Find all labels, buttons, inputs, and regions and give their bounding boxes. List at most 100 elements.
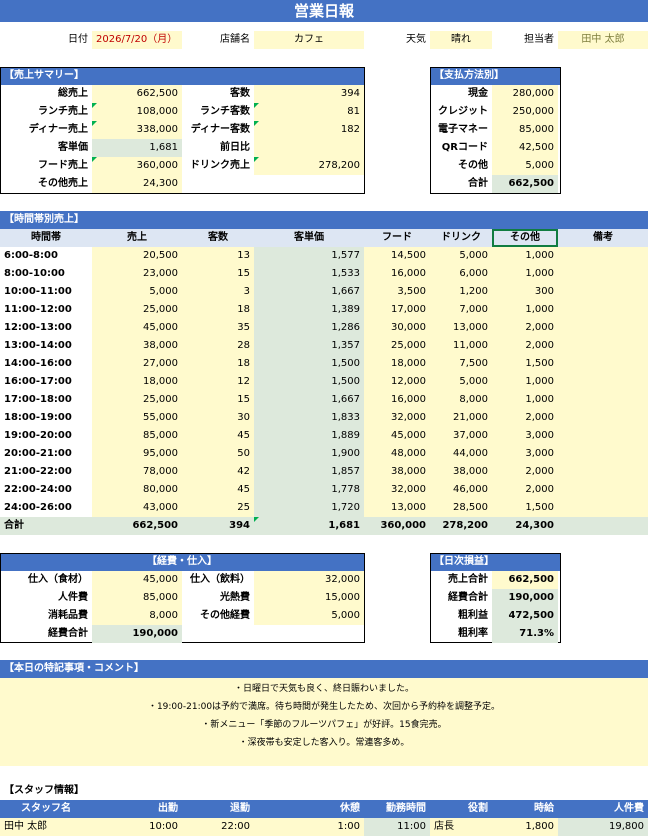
hourly-value-cell[interactable]: 2,000 [492, 481, 558, 499]
hourly-value-cell[interactable]: 14,500 [364, 247, 430, 265]
summary-value[interactable]: 394 [254, 85, 364, 103]
remarks-cell[interactable] [558, 373, 648, 391]
remarks-cell[interactable] [558, 355, 648, 373]
hourly-value-cell[interactable]: 1,000 [492, 265, 558, 283]
summary-value[interactable]: 81 [254, 103, 364, 121]
remarks-cell[interactable] [558, 283, 648, 301]
hourly-value-cell[interactable]: 13,000 [364, 499, 430, 517]
remarks-cell[interactable] [558, 337, 648, 355]
hourly-value-cell[interactable]: 18 [182, 301, 254, 319]
hourly-value-cell[interactable]: 78,000 [92, 463, 182, 481]
hourly-value-cell[interactable]: 50 [182, 445, 254, 463]
summary-value[interactable]: 182 [254, 121, 364, 139]
hourly-value-cell[interactable]: 1,500 [492, 499, 558, 517]
expense-value[interactable]: 45,000 [92, 571, 182, 589]
summary-value[interactable] [254, 139, 364, 157]
hourly-value-cell[interactable]: 5,000 [430, 247, 492, 265]
remarks-cell[interactable] [558, 427, 648, 445]
hourly-value-cell[interactable]: 38,000 [430, 463, 492, 481]
hourly-value-cell[interactable]: 3,000 [492, 427, 558, 445]
staff-cell[interactable]: 22:00 [182, 818, 254, 836]
hourly-value-cell[interactable]: 1,000 [492, 373, 558, 391]
hourly-value-cell[interactable]: 80,000 [92, 481, 182, 499]
remarks-cell[interactable] [558, 445, 648, 463]
payment-value[interactable]: 5,000 [492, 157, 558, 175]
hourly-value-cell[interactable]: 12 [182, 373, 254, 391]
hourly-value-cell[interactable]: 5,000 [92, 283, 182, 301]
summary-value[interactable]: 338,000 [92, 121, 182, 139]
hourly-value-cell[interactable]: 25,000 [92, 301, 182, 319]
hourly-value-cell[interactable]: 44,000 [430, 445, 492, 463]
hourly-value-cell[interactable]: 45,000 [364, 427, 430, 445]
hourly-value-cell[interactable]: 2,000 [492, 463, 558, 481]
date-cell[interactable]: 2026/7/20（月） [92, 31, 182, 49]
hourly-value-cell[interactable]: 46,000 [430, 481, 492, 499]
payment-value[interactable]: 85,000 [492, 121, 558, 139]
expense-value[interactable]: 85,000 [92, 589, 182, 607]
hourly-value-cell[interactable]: 28,500 [430, 499, 492, 517]
hourly-value-cell[interactable]: 20,500 [92, 247, 182, 265]
expense-value[interactable]: 32,000 [254, 571, 364, 589]
store-cell[interactable]: カフェ [254, 31, 364, 49]
hourly-value-cell[interactable]: 38,000 [364, 463, 430, 481]
hourly-value-cell[interactable]: 25,000 [92, 391, 182, 409]
payment-value[interactable]: 250,000 [492, 103, 558, 121]
hourly-value-cell[interactable]: 2,000 [492, 337, 558, 355]
staff-cell[interactable]: 田中 太郎 [558, 31, 648, 49]
expense-value[interactable]: 5,000 [254, 607, 364, 625]
payment-value[interactable]: 280,000 [492, 85, 558, 103]
staff-cell[interactable]: 店長 [430, 818, 492, 836]
hourly-value-cell[interactable]: 13 [182, 247, 254, 265]
hourly-value-cell[interactable]: 15 [182, 391, 254, 409]
hourly-value-cell[interactable]: 7,500 [430, 355, 492, 373]
hourly-value-cell[interactable]: 300 [492, 283, 558, 301]
hourly-value-cell[interactable]: 35 [182, 319, 254, 337]
hourly-value-cell[interactable]: 95,000 [92, 445, 182, 463]
hourly-value-cell[interactable]: 85,000 [92, 427, 182, 445]
hourly-value-cell[interactable]: 1,200 [430, 283, 492, 301]
hourly-value-cell[interactable]: 45 [182, 427, 254, 445]
remarks-cell[interactable] [558, 409, 648, 427]
hourly-value-cell[interactable]: 15 [182, 265, 254, 283]
hourly-value-cell[interactable]: 37,000 [430, 427, 492, 445]
hourly-value-cell[interactable]: 55,000 [92, 409, 182, 427]
pnl-value[interactable]: 662,500 [492, 571, 558, 589]
hourly-value-cell[interactable]: 8,000 [430, 391, 492, 409]
remarks-cell[interactable] [558, 301, 648, 319]
hourly-value-cell[interactable]: 3 [182, 283, 254, 301]
staff-cell[interactable]: 1,800 [492, 818, 558, 836]
remarks-cell[interactable] [558, 499, 648, 517]
weather-cell[interactable]: 晴れ [430, 31, 492, 49]
hourly-value-cell[interactable]: 17,000 [364, 301, 430, 319]
hourly-value-cell[interactable]: 13,000 [430, 319, 492, 337]
remarks-cell[interactable] [558, 247, 648, 265]
expense-value[interactable]: 8,000 [92, 607, 182, 625]
staff-cell[interactable]: 田中 太郎 [0, 818, 92, 836]
summary-value[interactable]: 24,300 [92, 175, 182, 193]
summary-value[interactable]: 108,000 [92, 103, 182, 121]
hourly-value-cell[interactable]: 1,000 [492, 301, 558, 319]
hourly-value-cell[interactable]: 2,000 [492, 319, 558, 337]
hourly-value-cell[interactable]: 30 [182, 409, 254, 427]
hourly-value-cell[interactable]: 16,000 [364, 265, 430, 283]
hourly-value-cell[interactable]: 32,000 [364, 409, 430, 427]
hourly-value-cell[interactable]: 18,000 [92, 373, 182, 391]
hourly-value-cell[interactable]: 42 [182, 463, 254, 481]
remarks-cell[interactable] [558, 391, 648, 409]
staff-cell[interactable]: 1:00 [254, 818, 364, 836]
hourly-value-cell[interactable]: 18,000 [364, 355, 430, 373]
payment-value[interactable]: 42,500 [492, 139, 558, 157]
hourly-value-cell[interactable]: 45,000 [92, 319, 182, 337]
hourly-value-cell[interactable]: 45 [182, 481, 254, 499]
hourly-value-cell[interactable]: 7,000 [430, 301, 492, 319]
hourly-value-cell[interactable]: 2,000 [492, 409, 558, 427]
hourly-value-cell[interactable]: 1,000 [492, 247, 558, 265]
hourly-value-cell[interactable]: 1,500 [492, 355, 558, 373]
hourly-value-cell[interactable]: 23,000 [92, 265, 182, 283]
remarks-cell[interactable] [558, 481, 648, 499]
remarks-cell[interactable] [558, 319, 648, 337]
hourly-value-cell[interactable]: 25 [182, 499, 254, 517]
summary-value[interactable]: 278,200 [254, 157, 364, 175]
hourly-value-cell[interactable]: 25,000 [364, 337, 430, 355]
hourly-value-cell[interactable]: 3,000 [492, 445, 558, 463]
